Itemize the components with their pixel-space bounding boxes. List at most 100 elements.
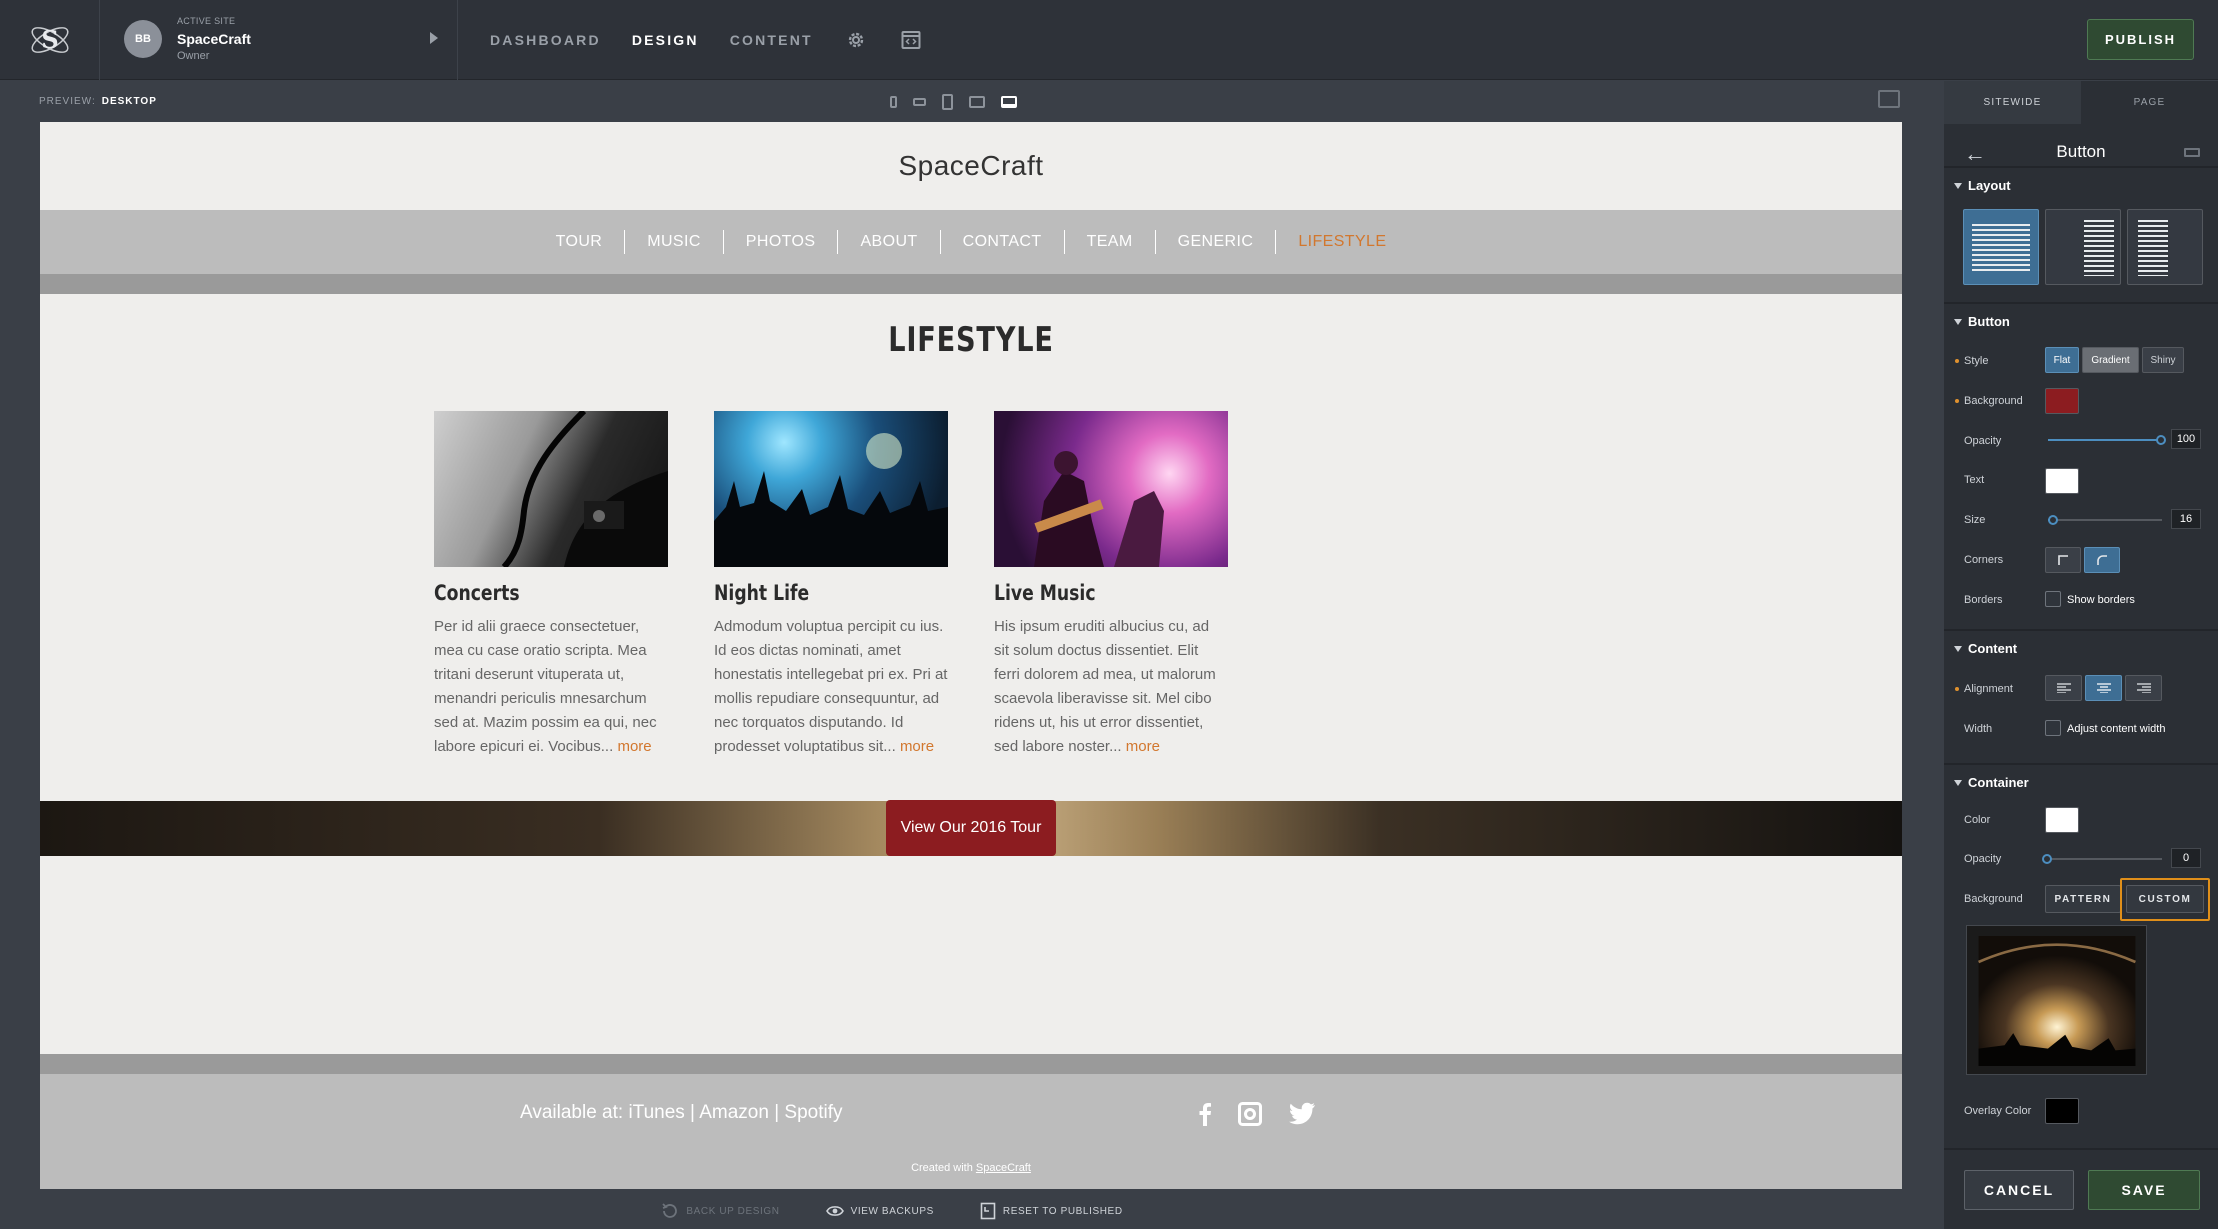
container-section-title[interactable]: Container xyxy=(1954,775,2029,790)
square-corner-button[interactable] xyxy=(2045,547,2081,573)
layout-section-title[interactable]: Layout xyxy=(1954,178,2011,193)
slider-knob[interactable] xyxy=(2048,515,2058,525)
site-preview: SpaceCraft TOUR MUSIC PHOTOS ABOUT CONTA… xyxy=(40,122,1902,1189)
site-nav-tour[interactable]: TOUR xyxy=(534,230,626,254)
layout-option-right[interactable] xyxy=(2045,209,2121,285)
save-button[interactable]: SAVE xyxy=(2088,1170,2200,1210)
more-link[interactable]: more xyxy=(617,738,651,755)
active-site-switcher[interactable]: BB ACTIVE SITE SpaceCraft Owner xyxy=(100,0,458,80)
page-heading[interactable]: LIFESTYLE xyxy=(226,320,1716,360)
site-nav-photos[interactable]: PHOTOS xyxy=(724,230,839,254)
more-link[interactable]: more xyxy=(1126,738,1160,755)
app-logo[interactable]: S xyxy=(0,0,100,80)
card-title[interactable]: Live Music xyxy=(994,581,1186,605)
align-center-button[interactable] xyxy=(2085,675,2122,701)
align-center-icon xyxy=(2096,683,2111,693)
tab-page[interactable]: PAGE xyxy=(2081,81,2218,124)
view-backups-button[interactable]: VIEW BACKUPS xyxy=(825,1204,934,1218)
container-opacity-slider[interactable] xyxy=(2042,854,2162,864)
backup-design-button[interactable]: BACK UP DESIGN xyxy=(661,1202,779,1220)
card-live-music[interactable]: Live Music His ipsum eruditi albucius cu… xyxy=(994,411,1228,759)
facebook-icon[interactable] xyxy=(1198,1102,1212,1131)
container-opacity-value[interactable]: 0 xyxy=(2171,848,2201,868)
site-nav-about[interactable]: ABOUT xyxy=(838,230,941,254)
show-borders-label[interactable]: Show borders xyxy=(2067,594,2135,606)
adjust-width-checkbox[interactable] xyxy=(2045,720,2061,736)
more-link[interactable]: more xyxy=(900,738,934,755)
site-nav-generic[interactable]: GENERIC xyxy=(1156,230,1277,254)
play-arrow-icon[interactable] xyxy=(430,32,438,44)
card-body: Admodum voluptua percipit cu ius. Id eos… xyxy=(714,615,948,759)
phone-portrait-icon[interactable] xyxy=(890,96,897,108)
rounded-corner-button[interactable] xyxy=(2084,547,2120,573)
availability-text[interactable]: Available at: iTunes | Amazon | Spotify xyxy=(520,1102,843,1124)
avatar: BB xyxy=(124,20,162,58)
show-borders-checkbox[interactable] xyxy=(2045,591,2061,607)
card-image[interactable] xyxy=(994,411,1228,567)
overlay-color-swatch[interactable] xyxy=(2045,1098,2079,1124)
svg-text:S: S xyxy=(41,25,58,54)
site-nav-team[interactable]: TEAM xyxy=(1065,230,1156,254)
site-nav-lifestyle[interactable]: LIFESTYLE xyxy=(1276,230,1408,254)
adjust-width-label[interactable]: Adjust content width xyxy=(2067,723,2165,735)
site-title[interactable]: SpaceCraft xyxy=(40,122,1902,210)
align-left-button[interactable] xyxy=(2045,675,2082,701)
card-title[interactable]: Night Life xyxy=(714,581,906,605)
background-pattern-button[interactable]: PATTERN xyxy=(2045,885,2121,913)
card-excerpt: Per id alii graece consectetuer, mea cu … xyxy=(434,618,657,755)
reset-to-published-button[interactable]: RESET TO PUBLISHED xyxy=(980,1202,1123,1220)
style-gradient-button[interactable]: Gradient xyxy=(2082,347,2139,373)
nav-design[interactable]: DESIGN xyxy=(632,32,699,48)
layout-option-full[interactable] xyxy=(1963,209,2039,285)
gear-icon[interactable] xyxy=(844,28,868,52)
layout-lines xyxy=(1972,224,2030,272)
card-concerts[interactable]: Concerts Per id alii graece consectetuer… xyxy=(434,411,668,759)
card-title[interactable]: Concerts xyxy=(434,581,626,605)
button-size-slider[interactable] xyxy=(2048,515,2162,525)
button-opacity-value[interactable]: 100 xyxy=(2171,429,2201,449)
code-window-icon[interactable] xyxy=(899,28,923,52)
slider-knob[interactable] xyxy=(2042,854,2052,864)
card-body: His ipsum eruditi albucius cu, ad sit so… xyxy=(994,615,1228,759)
site-nav-music[interactable]: MUSIC xyxy=(625,230,724,254)
cancel-button[interactable]: CANCEL xyxy=(1964,1170,2074,1210)
phone-landscape-icon[interactable] xyxy=(913,98,926,106)
site-nav-contact[interactable]: CONTACT xyxy=(941,230,1065,254)
content-section-title[interactable]: Content xyxy=(1954,641,2017,656)
expand-preview-icon[interactable] xyxy=(1878,90,1900,108)
card-night-life[interactable]: Night Life Admodum voluptua percipit cu … xyxy=(714,411,948,759)
align-right-button[interactable] xyxy=(2125,675,2162,701)
minimize-icon[interactable] xyxy=(2184,148,2200,157)
style-shiny-button[interactable]: Shiny xyxy=(2142,347,2184,373)
button-opacity-slider[interactable] xyxy=(2048,435,2166,445)
tab-sitewide[interactable]: SITEWIDE xyxy=(1944,81,2081,124)
device-switcher xyxy=(890,91,1017,113)
button-section-title[interactable]: Button xyxy=(1954,314,2010,329)
tablet-portrait-icon[interactable] xyxy=(942,94,953,110)
card-image[interactable] xyxy=(434,411,668,567)
active-site-role: Owner xyxy=(177,50,210,62)
rounded-corner-icon xyxy=(2097,555,2107,565)
layout-option-narrow[interactable] xyxy=(2127,209,2203,285)
instagram-icon[interactable] xyxy=(1238,1102,1262,1131)
card-image[interactable] xyxy=(714,411,948,567)
design-panel: SITEWIDE PAGE ← Button Layout Button Sty… xyxy=(1944,81,2218,1229)
button-background-swatch[interactable] xyxy=(2045,388,2079,414)
nav-content[interactable]: CONTENT xyxy=(730,32,813,48)
slider-knob[interactable] xyxy=(2156,435,2166,445)
button-size-value[interactable]: 16 xyxy=(2171,509,2201,529)
spacecraft-link[interactable]: SpaceCraft xyxy=(976,1162,1031,1174)
alignment-label: Alignment xyxy=(1955,683,2013,695)
nav-dashboard[interactable]: DASHBOARD xyxy=(490,32,601,48)
tour-button[interactable]: View Our 2016 Tour xyxy=(886,800,1056,856)
container-color-swatch[interactable] xyxy=(2045,807,2079,833)
spacecraft-logo-icon: S xyxy=(30,25,69,54)
button-text-swatch[interactable] xyxy=(2045,468,2079,494)
publish-button[interactable]: PUBLISH xyxy=(2087,19,2194,60)
tablet-landscape-icon[interactable] xyxy=(969,96,985,108)
twitter-icon[interactable] xyxy=(1288,1102,1316,1131)
style-flat-button[interactable]: Flat xyxy=(2045,347,2079,373)
desktop-icon[interactable] xyxy=(1001,96,1017,108)
background-image-thumbnail[interactable] xyxy=(1966,925,2147,1075)
style-label: Style xyxy=(1954,355,1989,367)
